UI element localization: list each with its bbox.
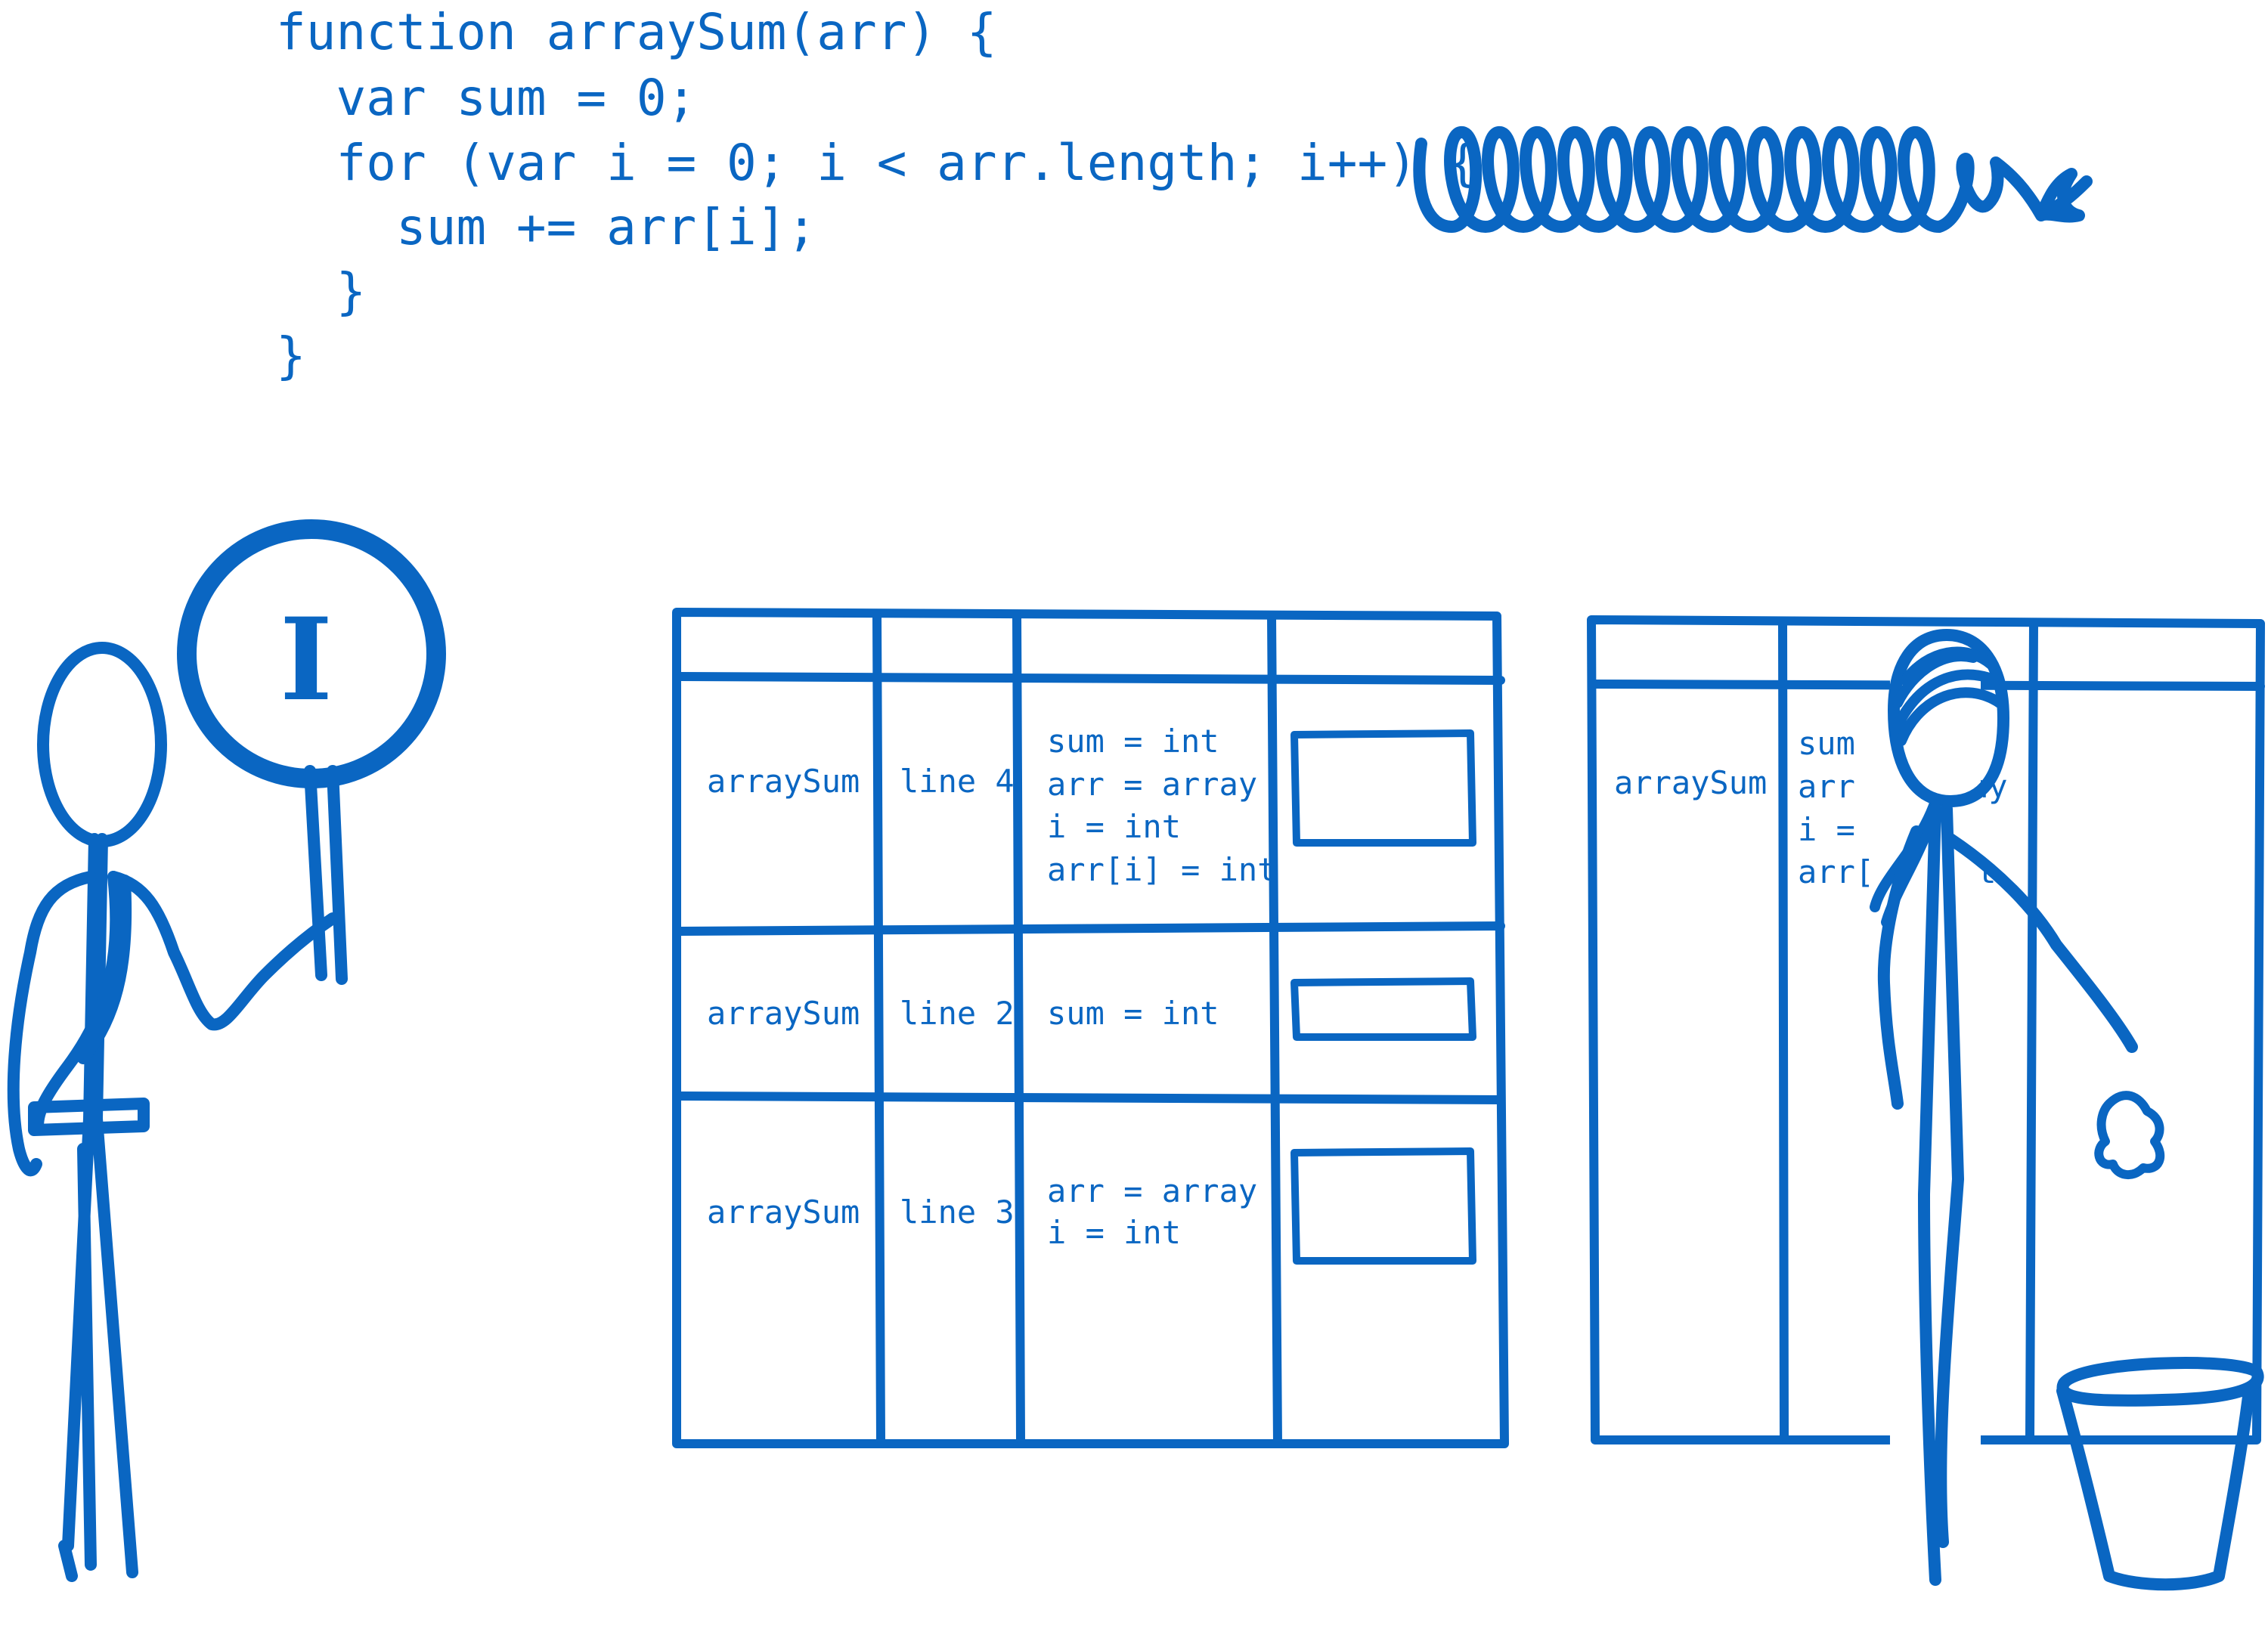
- stack-table: arraySum line 4 sum = int arr = array i …: [672, 608, 1509, 1448]
- cell-func: arraySum: [1614, 764, 1767, 801]
- sign-pole: [304, 765, 348, 985]
- cell-var: i = int: [1047, 1214, 1181, 1251]
- cell-var: arr: [1798, 768, 1855, 805]
- trash-rim: [2056, 1357, 2264, 1407]
- cell-line: line 2: [900, 995, 1015, 1032]
- code-line: var sum = 0;: [276, 69, 696, 127]
- stick-figure-left: [7, 642, 339, 1582]
- trash-can: [2056, 1357, 2264, 1591]
- cell-var: arr = array: [1047, 1172, 1257, 1209]
- scribble-loops: [1413, 126, 2093, 233]
- cell-var: sum: [1798, 725, 1855, 762]
- cell-var: i =: [1798, 811, 1855, 848]
- cell-func: arraySum: [707, 995, 860, 1032]
- sign: I: [177, 519, 446, 985]
- code-line: }: [276, 327, 306, 385]
- cell-box: [1290, 729, 1476, 847]
- cell-var: arr = array: [1047, 766, 1257, 803]
- trash-body: [2056, 1385, 2255, 1591]
- cell-box: [1290, 1147, 1476, 1265]
- cell-func: arraySum: [707, 1194, 860, 1231]
- cell-line: line 3: [900, 1194, 1015, 1231]
- table-header-line: [676, 672, 1505, 685]
- cell-var: arr[: [1798, 853, 1874, 890]
- cell-func: arraySum: [707, 763, 860, 800]
- code-line: for (var i = 0; i < arr.length; i++) {: [276, 134, 1477, 192]
- cell-var: i = int: [1047, 808, 1181, 845]
- cell-var: sum = int: [1047, 995, 1219, 1032]
- cell-box: [1290, 977, 1476, 1041]
- head: [37, 642, 167, 847]
- crumpled-paper: [2094, 1091, 2165, 1179]
- sign-letter: I: [280, 593, 333, 726]
- code-line: sum += arr[i];: [276, 198, 816, 256]
- cell-var: sum = int: [1047, 723, 1219, 760]
- cell-var: arr[i] = int: [1047, 851, 1276, 888]
- code-line: function arraySum(arr) {: [276, 3, 997, 61]
- code-block: function arraySum(arr) { var sum = 0; fo…: [276, 3, 1477, 385]
- cell-line: line 4: [900, 763, 1015, 800]
- sash: [32, 871, 132, 1132]
- comic-scene: function arraySum(arr) { var sum = 0; fo…: [7, 3, 2265, 1591]
- code-line: }: [276, 262, 366, 320]
